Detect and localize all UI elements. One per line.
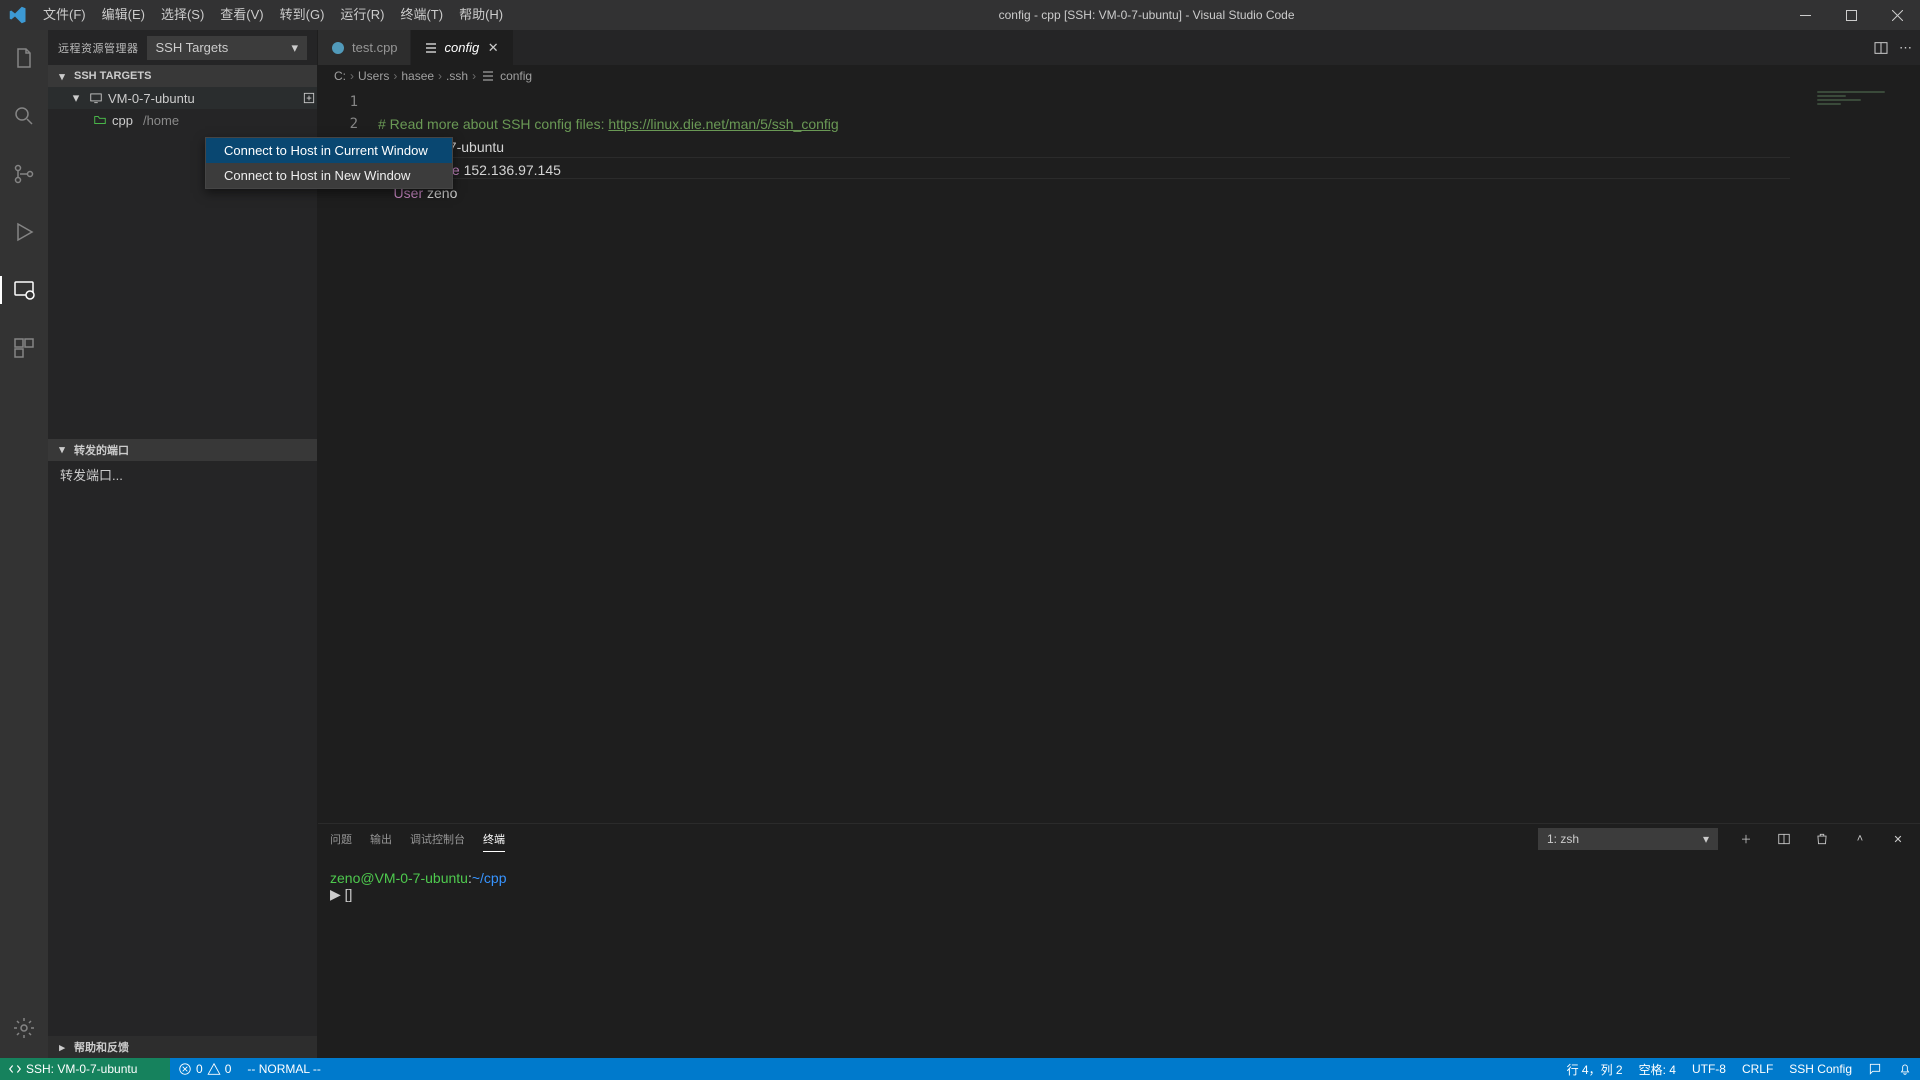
chevron-down-icon: ▾	[54, 68, 70, 84]
section-label: SSH TARGETS	[74, 70, 151, 82]
menu-connect-current[interactable]: Connect to Host in Current Window	[206, 138, 452, 163]
chevron-down-icon: ▾	[1703, 832, 1709, 846]
remote-explorer-icon[interactable]	[0, 270, 48, 310]
menu-go[interactable]: 转到(G)	[272, 0, 333, 30]
terminal-body[interactable]: zeno@VM-0-7-ubuntu:~/cpp ▶ []	[318, 854, 1920, 1058]
maximize-button[interactable]	[1828, 0, 1874, 30]
crumb[interactable]: C:	[334, 69, 346, 83]
explorer-icon[interactable]	[0, 38, 48, 78]
forwarded-ports-section[interactable]: ▾ 转发的端口	[48, 439, 317, 461]
dropdown-value: SSH Targets	[156, 40, 229, 55]
status-remote[interactable]: SSH: VM-0-7-ubuntu	[0, 1058, 170, 1080]
ssh-folder-row[interactable]: cpp /home	[48, 109, 317, 131]
tab-test-cpp[interactable]: test.cpp	[318, 30, 411, 65]
status-bell-icon[interactable]	[1890, 1058, 1920, 1080]
host-name: VM-0-7-ubuntu	[108, 91, 195, 106]
terminal-select[interactable]: 1: zsh ▾	[1538, 828, 1718, 850]
menu-edit[interactable]: 编辑(E)	[94, 0, 153, 30]
menu-terminal[interactable]: 终端(T)	[392, 0, 451, 30]
crumb[interactable]: Users	[358, 69, 389, 83]
tab-config[interactable]: config ✕	[411, 30, 515, 65]
section-label: 帮助和反馈	[74, 1039, 129, 1055]
editor-area: test.cpp config ✕ ⋯ C:› Users› hasee› .s…	[318, 30, 1920, 1058]
status-language[interactable]: SSH Config	[1781, 1058, 1860, 1080]
close-button[interactable]	[1874, 0, 1920, 30]
status-vim-mode: -- NORMAL --	[239, 1058, 329, 1080]
status-feedback-icon[interactable]	[1860, 1058, 1890, 1080]
ssh-targets-section[interactable]: ▾ SSH TARGETS	[48, 65, 317, 87]
window-controls	[1782, 0, 1920, 30]
menu-connect-new[interactable]: Connect to Host in New Window	[206, 163, 452, 188]
crumb[interactable]: config	[500, 69, 532, 83]
terminal-cursor: ▶ []	[330, 886, 1908, 903]
more-actions-icon[interactable]: ⋯	[1899, 40, 1912, 56]
terminal-name: 1: zsh	[1547, 832, 1579, 846]
forward-port-action[interactable]: 转发端口...	[60, 465, 305, 484]
crumb[interactable]: hasee	[401, 69, 434, 83]
minimize-button[interactable]	[1782, 0, 1828, 30]
settings-file-icon	[423, 40, 439, 56]
source-control-icon[interactable]	[0, 154, 48, 194]
vscode-logo-icon	[0, 6, 35, 24]
split-terminal-icon[interactable]	[1774, 832, 1794, 846]
status-errors[interactable]: 0 0	[170, 1058, 239, 1080]
ssh-host-row[interactable]: ▾ VM-0-7-ubuntu	[48, 87, 317, 109]
status-bar: SSH: VM-0-7-ubuntu 0 0 -- NORMAL -- 行 4，…	[0, 1058, 1920, 1080]
run-debug-icon[interactable]	[0, 212, 48, 252]
section-label: 转发的端口	[74, 442, 129, 458]
settings-file-icon	[480, 68, 496, 84]
code-editor[interactable]: # Read more about SSH config files: http…	[378, 87, 1810, 823]
title-bar: 文件(F) 编辑(E) 选择(S) 查看(V) 转到(G) 运行(R) 终端(T…	[0, 0, 1920, 30]
panel-tab-output[interactable]: 输出	[370, 827, 392, 851]
close-icon[interactable]: ✕	[485, 40, 501, 56]
panel-tab-debug[interactable]: 调试控制台	[410, 827, 465, 851]
sidebar-title: 远程资源管理器	[58, 40, 139, 56]
folder-path: /home	[143, 113, 179, 128]
ssh-tree: ▾ VM-0-7-ubuntu cpp /home	[48, 87, 317, 131]
search-icon[interactable]	[0, 96, 48, 136]
breadcrumb[interactable]: C:› Users› hasee› .ssh› config	[318, 65, 1920, 87]
minimap[interactable]	[1810, 87, 1920, 823]
menu-help[interactable]: 帮助(H)	[451, 0, 511, 30]
extensions-icon[interactable]	[0, 328, 48, 368]
tab-label: config	[445, 40, 480, 55]
panel-tab-problems[interactable]: 问题	[330, 827, 352, 851]
status-cursor[interactable]: 行 4，列 2	[1559, 1058, 1631, 1080]
folder-name: cpp	[112, 113, 133, 128]
current-line-highlight	[378, 157, 1790, 179]
activity-bar	[0, 30, 48, 1058]
status-eol[interactable]: CRLF	[1734, 1058, 1781, 1080]
menu-bar: 文件(F) 编辑(E) 选择(S) 查看(V) 转到(G) 运行(R) 终端(T…	[35, 0, 511, 30]
kill-terminal-icon[interactable]	[1812, 832, 1832, 846]
status-encoding[interactable]: UTF-8	[1684, 1058, 1734, 1080]
help-feedback-section[interactable]: ▸ 帮助和反馈	[48, 1036, 317, 1058]
menu-file[interactable]: 文件(F)	[35, 0, 94, 30]
line-gutter: 1234	[318, 87, 378, 823]
panel: 问题 输出 调试控制台 终端 1: zsh ▾ ＋ ˄ ✕ zeno@VM-0-…	[318, 823, 1920, 1058]
folder-remote-icon	[92, 112, 108, 128]
tab-label: test.cpp	[352, 40, 398, 55]
chevron-down-icon: ▾	[68, 90, 84, 106]
menu-view[interactable]: 查看(V)	[212, 0, 271, 30]
split-editor-icon[interactable]	[1873, 40, 1889, 56]
chevron-down-icon: ▾	[291, 40, 298, 56]
window-title: config - cpp [SSH: VM-0-7-ubuntu] - Visu…	[511, 8, 1782, 22]
tab-bar: test.cpp config ✕ ⋯	[318, 30, 1920, 65]
panel-tab-terminal[interactable]: 终端	[483, 827, 505, 852]
close-panel-icon[interactable]: ✕	[1888, 833, 1908, 846]
menu-select[interactable]: 选择(S)	[153, 0, 212, 30]
new-terminal-icon[interactable]: ＋	[1736, 831, 1756, 847]
chevron-right-icon: ▸	[54, 1039, 70, 1055]
new-window-icon[interactable]	[301, 90, 317, 106]
chevron-down-icon: ▾	[54, 442, 70, 458]
cpp-file-icon	[330, 40, 346, 56]
context-menu: Connect to Host in Current Window Connec…	[205, 137, 453, 189]
maximize-panel-icon[interactable]: ˄	[1850, 833, 1870, 845]
remote-type-dropdown[interactable]: SSH Targets ▾	[147, 36, 308, 60]
status-indent[interactable]: 空格: 4	[1631, 1058, 1684, 1080]
crumb[interactable]: .ssh	[446, 69, 468, 83]
monitor-icon	[88, 90, 104, 106]
settings-gear-icon[interactable]	[0, 1008, 48, 1048]
menu-run[interactable]: 运行(R)	[332, 0, 392, 30]
